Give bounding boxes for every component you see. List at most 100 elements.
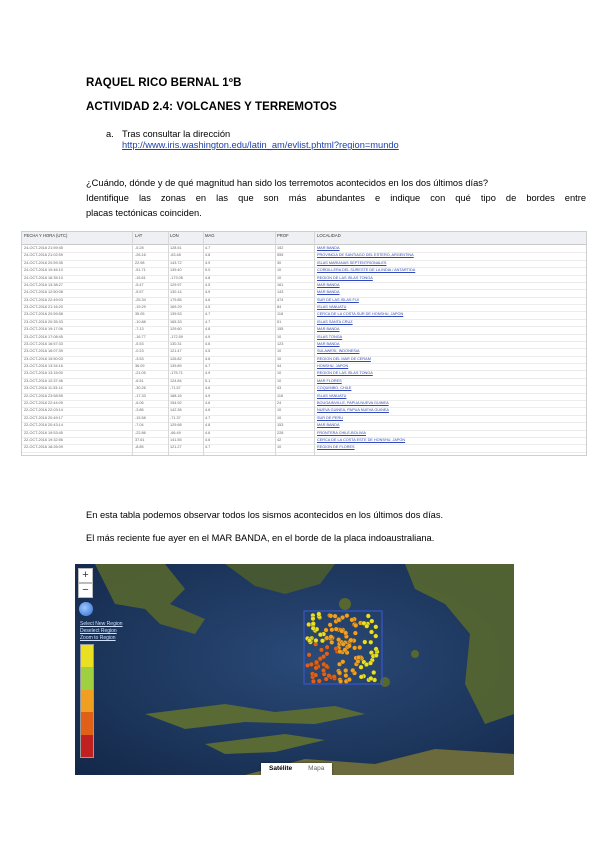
table-cell: 23-OCT-2016 13:34:16 <box>24 364 63 369</box>
author-name: RAQUEL RICO BERNAL 1ºB <box>86 77 242 89</box>
table-header-cell[interactable]: LON <box>170 233 179 238</box>
table-cell: -6.06 <box>135 400 144 405</box>
table-cell: 124.84 <box>170 378 182 383</box>
quake-dot <box>333 646 339 652</box>
table-cell: 4.6 <box>205 400 211 405</box>
quake-dot <box>346 677 352 683</box>
region-link[interactable]: NUEVA GUINEA, PAPUA NUEVA GUINEA <box>317 408 389 412</box>
table-cell: 23-OCT-2016 17:08:45 <box>24 334 63 339</box>
region-link[interactable]: MAR BANDA <box>317 290 340 294</box>
quake-dot <box>336 617 342 623</box>
map-toggle[interactable]: Mapa <box>300 763 332 775</box>
select-new-region-link[interactable]: Select New Region <box>80 621 123 627</box>
quake-dot <box>343 673 349 679</box>
zoom-out-button[interactable]: − <box>78 583 93 598</box>
table-cell: 141.55 <box>170 437 182 442</box>
region-link[interactable]: MAR BANDA <box>317 246 340 250</box>
quake-dot <box>373 646 379 652</box>
region-link[interactable]: PROVINCIA DE SANTIAGO DEL ESTERO, ARGENT… <box>317 253 414 257</box>
table-cell: 24-OCT-2016 19:46:10 <box>24 268 63 273</box>
table-cell: 153 <box>277 423 284 428</box>
quake-dot <box>344 613 350 619</box>
quake-dot <box>308 661 314 667</box>
table-cell: 22-OCT-2016 20:43:14 <box>24 423 63 428</box>
table-cell: 23-OCT-2016 22:49:03 <box>24 297 63 302</box>
zoom-in-button[interactable]: + <box>78 568 93 583</box>
activity-title: ACTIVIDAD 2.4: VOLCANES Y TERREMOTOS <box>86 101 337 113</box>
table-cell: 36.09 <box>135 364 145 369</box>
region-link[interactable]: REGION DE LAS ISLAS TONGA <box>317 371 373 375</box>
quake-dot <box>321 668 326 673</box>
table-header-cell[interactable]: FECHA Y HORA (UTC) <box>24 233 67 238</box>
region-link[interactable]: BOUGAINVILLE, PAPUA NUEVA GUINEA <box>317 401 389 405</box>
quake-dot <box>348 637 354 643</box>
region-link[interactable]: ISLAS VANUATU <box>317 305 346 309</box>
table-cell: 4.7 <box>205 319 211 324</box>
quake-dot <box>324 635 330 641</box>
region-link[interactable]: MAR FLORES <box>317 379 342 383</box>
table-header-cell[interactable]: PROF <box>277 233 289 238</box>
region-link[interactable]: ISLAS MARIANAS SEPTENTRIONALES <box>317 261 386 265</box>
table-cell: -5.28 <box>135 246 144 250</box>
region-link[interactable]: MAR BANDA <box>317 327 340 331</box>
table-cell: 118 <box>277 312 284 317</box>
table-cell: 22-OCT-2016 23:58:55 <box>24 393 63 398</box>
table-divider <box>314 232 315 455</box>
region-link[interactable]: CERCA DE LA COSTA SUR DE HONSHU, JAPON <box>317 312 403 316</box>
table-cell: 5.0 <box>205 268 211 273</box>
deselect-region-link[interactable]: Deselect Region <box>80 628 117 634</box>
region-link[interactable]: CORDILLERA DEL SURESTE DE LA INDIA / ANT… <box>317 268 415 272</box>
table-cell: 10 <box>277 268 282 273</box>
table-cell: -71.57 <box>170 386 181 391</box>
table-cell: 4.9 <box>205 260 211 265</box>
table-cell: 139.89 <box>170 364 182 369</box>
table-cell: 22-OCT-2016 19:32:56 <box>24 437 63 442</box>
table-cell: 129.97 <box>170 282 182 287</box>
table-header-cell[interactable]: MAG <box>205 233 215 238</box>
table-cell: 4.6 <box>205 356 211 361</box>
region-link[interactable]: ISLAS SANTA CRUZ <box>317 320 353 324</box>
table-cell: -3.53 <box>135 356 144 361</box>
table-cell: 4.6 <box>205 437 211 442</box>
table-cell: 51 <box>277 319 282 324</box>
region-link[interactable]: COQUIMBO, CHILE <box>317 386 351 390</box>
region-link[interactable]: REGION DE LAS ISLAS TONGA <box>317 276 373 280</box>
region-link[interactable]: ISLAS VANUATU <box>317 394 346 398</box>
region-link[interactable]: CERCA DE LA COSTA ESTE DE HONSHU, JAPON <box>317 438 405 442</box>
region-link[interactable]: SULAWESI, INDONESIA <box>317 349 359 353</box>
table-cell: -172.59 <box>170 334 183 339</box>
table-cell: 126.82 <box>170 356 182 361</box>
region-link[interactable]: MAR BANDA <box>317 342 340 346</box>
region-link[interactable]: ISLAS TONGA <box>317 335 342 339</box>
depth-legend <box>80 644 94 758</box>
seismic-map[interactable]: + − Select New Region Deselect Region Zo… <box>75 564 514 775</box>
table-cell: 4.6 <box>205 408 211 413</box>
region-link[interactable]: REGION DE FLORES <box>317 445 355 449</box>
quake-dot <box>306 652 312 658</box>
globe-icon[interactable] <box>79 602 93 616</box>
table-cell: 5.1 <box>205 378 211 383</box>
quake-dot <box>364 662 369 667</box>
region-link[interactable]: SUR DE PERU <box>317 416 343 420</box>
satellite-toggle[interactable]: Satélite <box>261 763 300 775</box>
table-row[interactable]: 22-OCT-2016 18:26:09 -8.85 121.27 4.7 10 REGI… <box>22 444 586 453</box>
iris-link[interactable]: http://www.iris.washington.edu/latin_am/… <box>122 140 399 150</box>
region-link[interactable]: HONSHU, JAPON <box>317 364 348 368</box>
region-link[interactable]: MAR BANDA <box>317 283 340 287</box>
zoom-to-region-link[interactable]: Zoom to Region <box>80 635 116 641</box>
table-cell: 10 <box>277 415 282 420</box>
quake-dot <box>329 639 335 645</box>
region-link[interactable]: REGION DEL MAR DE CERAM <box>317 357 371 361</box>
map-type-toggle[interactable]: Satélite Mapa <box>261 763 333 775</box>
region-link[interactable]: MAR BANDA <box>317 423 340 427</box>
table-header-cell[interactable]: LAT <box>135 233 142 238</box>
region-link[interactable]: FRONTERA CHILE-BOLIVIA <box>317 431 366 435</box>
table-header-cell[interactable]: LOCALIDAD <box>317 233 341 238</box>
table-cell: 23-OCT-2016 12:37:46 <box>24 378 63 383</box>
table-cell: 10 <box>277 445 282 450</box>
table-cell: 10 <box>277 378 282 383</box>
table-cell: -3.86 <box>135 408 144 413</box>
table-cell: 4.6 <box>205 341 211 346</box>
region-link[interactable]: SUR DE LAS ISLAS FIJI <box>317 298 359 302</box>
table-cell: 10 <box>277 356 282 361</box>
